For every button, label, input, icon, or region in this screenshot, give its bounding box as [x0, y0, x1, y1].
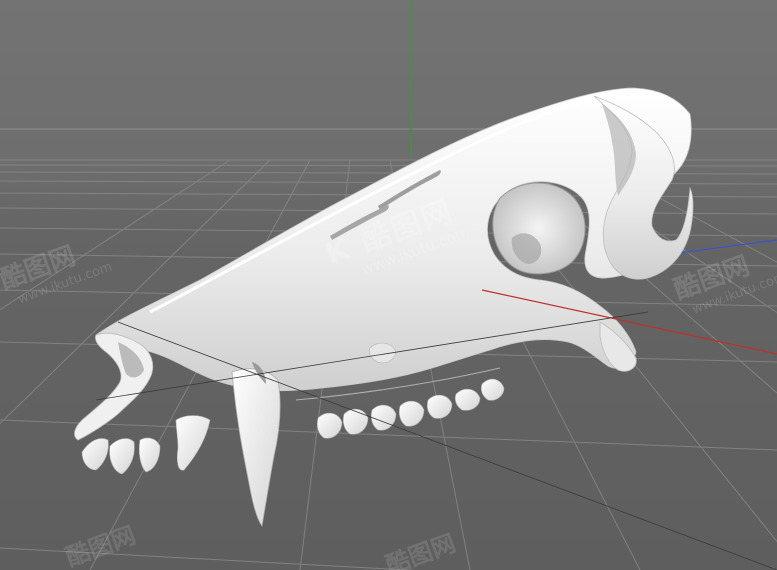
- 3d-viewport[interactable]: K 酷图网 www.ikutu.com 酷图网 www.ikutu.com 酷图…: [0, 0, 777, 570]
- molar-tooth: [398, 400, 425, 427]
- molar-tooth: [480, 378, 505, 401]
- incisor-tooth-1: [81, 438, 109, 471]
- molar-tooth: [316, 412, 343, 439]
- molar-tooth: [342, 408, 369, 435]
- eye-socket[interactable]: [492, 182, 586, 275]
- small-canine-tooth: [175, 415, 211, 471]
- molar-tooth: [370, 404, 397, 431]
- skull-model[interactable]: [74, 87, 694, 527]
- viewport-canvas[interactable]: [0, 0, 777, 570]
- molar-row: [316, 378, 505, 439]
- molar-tooth: [426, 394, 453, 419]
- molar-tooth: [454, 388, 481, 411]
- canine-tusk[interactable]: [231, 368, 281, 527]
- incisor-tooth-3: [138, 437, 161, 473]
- incisor-tooth-2: [109, 438, 135, 475]
